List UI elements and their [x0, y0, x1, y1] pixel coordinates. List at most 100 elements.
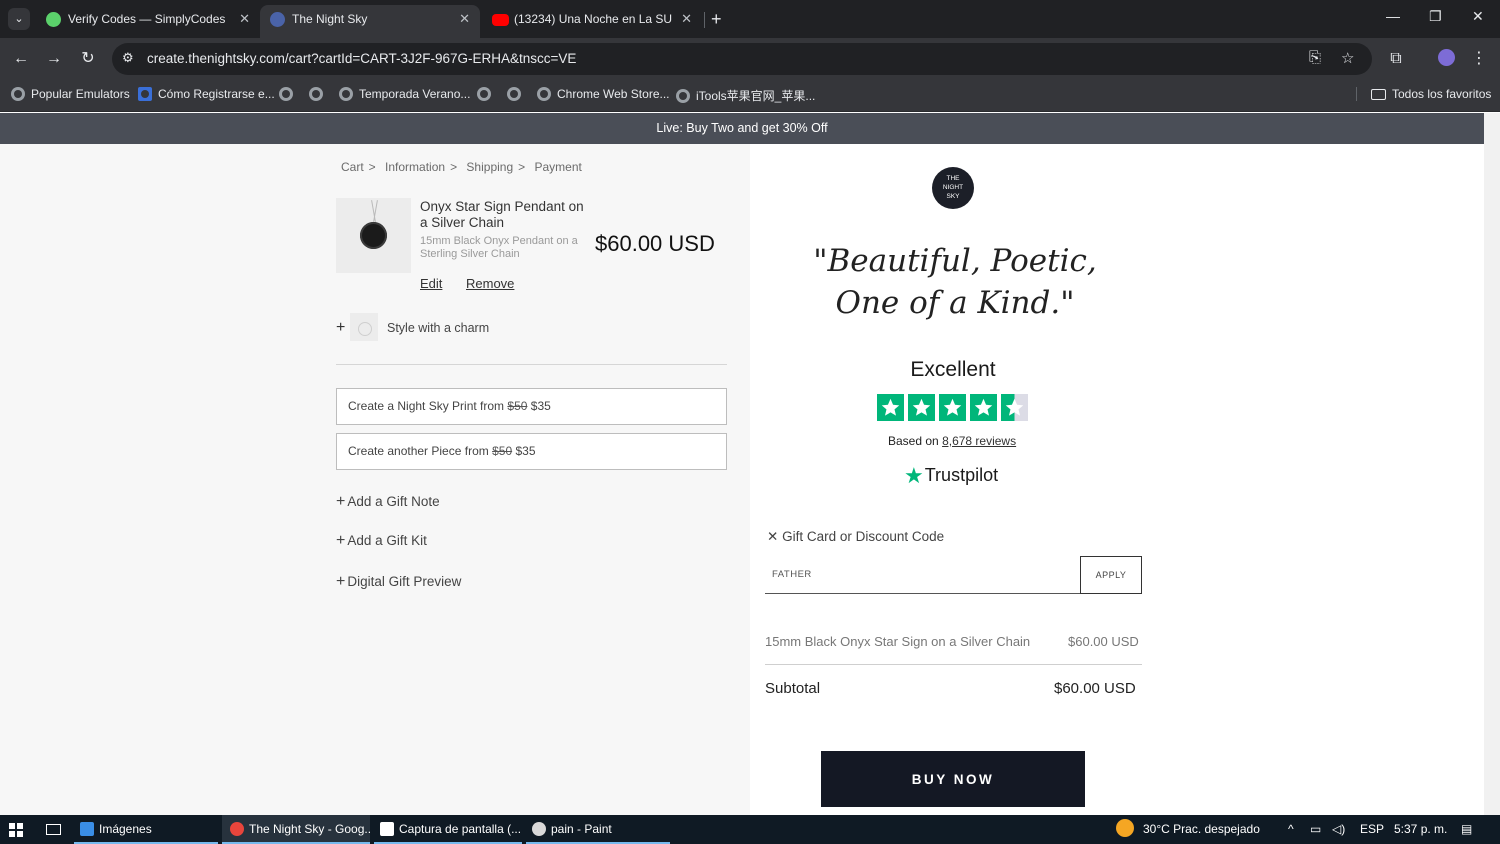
discount-code-toggle[interactable]: ✕ Gift Card or Discount Code [767, 529, 944, 545]
forward-icon[interactable]: → [42, 47, 66, 71]
breadcrumb-cart[interactable]: Cart [341, 160, 364, 174]
minimize-icon[interactable]: — [1386, 8, 1400, 24]
add-gift-note-label: Add a Gift Note [347, 494, 440, 509]
back-icon[interactable]: ← [9, 47, 33, 71]
install-app-icon[interactable]: ⎘ [1309, 49, 1321, 66]
bookmark-star-icon[interactable]: ☆ [1341, 49, 1354, 67]
logo-text: SKY [946, 193, 960, 200]
simplycodes-favicon-icon [46, 12, 61, 27]
trustpilot-review-count: Based on 8,678 reviews [888, 434, 1016, 448]
bookmark-item[interactable] [309, 87, 329, 101]
globe-icon [11, 87, 25, 101]
tab-search-button[interactable]: ⌄ [8, 8, 30, 30]
language-indicator[interactable]: ESP [1360, 815, 1384, 844]
logo-text: THE [946, 175, 960, 182]
bookmark-item[interactable]: Chrome Web Store... [537, 87, 670, 101]
network-icon[interactable]: ▭ [1310, 815, 1321, 844]
reviews-link[interactable]: 8,678 reviews [942, 434, 1016, 448]
summary-line-item: 15mm Black Onyx Star Sign on a Silver Ch… [765, 634, 1031, 649]
breadcrumb-separator: > [368, 160, 376, 174]
tab-title: Verify Codes — SimplyCodes [68, 12, 226, 26]
windows-start-icon[interactable] [9, 823, 23, 837]
trustpilot-brand-text: Trustpilot [924, 465, 999, 485]
breadcrumb: Cart > Information > Shipping > Payment [341, 160, 587, 174]
extensions-icon[interactable]: ⧉ [1384, 47, 1408, 71]
mail-icon[interactable] [46, 824, 61, 835]
globe-icon [537, 87, 551, 101]
discount-code-input[interactable] [765, 556, 1081, 594]
folder-icon [1371, 89, 1386, 100]
bookmark-item[interactable]: Temporada Verano... [339, 87, 470, 101]
taskbar-app-paint[interactable]: pain - Paint [526, 815, 670, 844]
bookmark-label: Chrome Web Store... [557, 87, 670, 101]
remove-item-link[interactable]: Remove [466, 276, 514, 291]
menu-kebab-icon[interactable]: ⋮ [1467, 47, 1491, 71]
half-star-icon [1001, 394, 1028, 421]
bookmark-item[interactable]: Cómo Registrarse e... [138, 87, 275, 101]
windows-taskbar: Imágenes The Night Sky - Goog... Captura… [0, 815, 1500, 844]
weather-moon-icon [1116, 819, 1134, 837]
address-bar[interactable]: ⚙ create.thenightsky.com/cart?cartId=CAR… [112, 43, 1372, 75]
bookmark-label: Temporada Verano... [359, 87, 471, 101]
buy-now-button[interactable]: BUY NOW [821, 751, 1085, 807]
subtotal-value: $60.00 USD [1054, 680, 1136, 697]
charm-thumbnail[interactable] [350, 313, 378, 341]
tab-youtube[interactable]: (13234) Una Noche en La SUITE ✕ [482, 5, 702, 38]
close-window-icon[interactable]: ✕ [1472, 8, 1484, 25]
close-tab-icon[interactable]: ✕ [681, 5, 692, 33]
style-with-charm-label[interactable]: Style with a charm [387, 321, 489, 335]
browser-toolbar: ← → ↻ ⚙ create.thenightsky.com/cart?cart… [0, 38, 1500, 80]
notifications-icon[interactable]: ▤ [1461, 815, 1472, 844]
close-tab-icon[interactable]: ✕ [239, 5, 250, 33]
digital-gift-preview[interactable]: + Digital Gift Preview [336, 573, 461, 591]
profile-avatar[interactable] [1434, 47, 1458, 71]
bookmark-item[interactable] [477, 87, 497, 101]
summary-divider [765, 664, 1142, 665]
bookmark-item[interactable] [507, 87, 527, 101]
breadcrumb-payment[interactable]: Payment [535, 160, 582, 174]
digital-gift-preview-label: Digital Gift Preview [347, 574, 462, 589]
add-gift-kit[interactable]: + Add a Gift Kit [336, 532, 427, 550]
bookmarks-bar: Popular Emulators Cómo Registrarse e... … [0, 80, 1500, 112]
new-tab-button[interactable]: + [711, 8, 722, 30]
close-tab-icon[interactable]: ✕ [459, 5, 470, 33]
youtube-favicon-icon [492, 14, 509, 26]
taskbar-app-screenshot[interactable]: Captura de pantalla (... [374, 815, 522, 844]
restore-icon[interactable]: ❐ [1429, 8, 1442, 25]
bookmark-item[interactable]: Popular Emulators [11, 87, 130, 101]
add-charm-plus-icon[interactable]: + [336, 319, 345, 337]
star-icon [877, 394, 904, 421]
star-icon [908, 394, 935, 421]
night-sky-logo[interactable]: THE NIGHT SKY [932, 167, 974, 209]
breadcrumb-separator: > [450, 160, 458, 174]
tab-simplycodes[interactable]: Verify Codes — SimplyCodes ✕ [36, 5, 260, 38]
breadcrumb-shipping[interactable]: Shipping [466, 160, 513, 174]
taskbar-app-images[interactable]: Imágenes [74, 815, 218, 844]
browser-tab-strip: ⌄ Verify Codes — SimplyCodes ✕ The Night… [0, 0, 1500, 38]
taskbar-app-label: Imágenes [99, 822, 152, 836]
all-bookmarks-folder[interactable]: Todos los favoritos [1356, 87, 1491, 101]
reload-icon[interactable]: ↻ [76, 47, 100, 71]
volume-icon[interactable]: ◁) [1332, 815, 1345, 844]
upsell-another-piece[interactable]: Create another Piece from $50 $35 [336, 433, 727, 470]
taskbar-app-chrome[interactable]: The Night Sky - Goog... [222, 815, 370, 844]
tab-separator [704, 12, 705, 28]
product-name: Onyx Star Sign Pendant on a Silver Chain [420, 199, 584, 230]
weather-widget[interactable]: 30°C Prac. despejado [1116, 815, 1260, 844]
section-divider [336, 364, 727, 365]
url-text[interactable]: create.thenightsky.com/cart?cartId=CART-… [147, 51, 576, 66]
bookmark-item[interactable] [279, 87, 299, 101]
page-scrollbar[interactable] [1484, 113, 1500, 815]
edit-item-link[interactable]: Edit [420, 276, 442, 291]
trustpilot-logo[interactable]: ★Trustpilot [904, 463, 998, 489]
upsell-night-sky-print[interactable]: Create a Night Sky Print from $50 $35 [336, 388, 727, 425]
clock[interactable]: 5:37 p. m. [1394, 815, 1447, 844]
bookmark-item[interactable]: iTools苹果官网_苹果... [676, 87, 815, 104]
site-info-icon[interactable]: ⚙ [122, 50, 134, 66]
tab-the-night-sky[interactable]: The Night Sky ✕ [260, 5, 480, 38]
breadcrumb-information[interactable]: Information [385, 160, 445, 174]
add-gift-note[interactable]: + Add a Gift Note [336, 493, 440, 511]
upsell-text: Create a Night Sky Print from [348, 399, 505, 413]
apply-discount-button[interactable]: APPLY [1080, 556, 1142, 594]
tray-chevron-icon[interactable]: ^ [1288, 815, 1294, 844]
